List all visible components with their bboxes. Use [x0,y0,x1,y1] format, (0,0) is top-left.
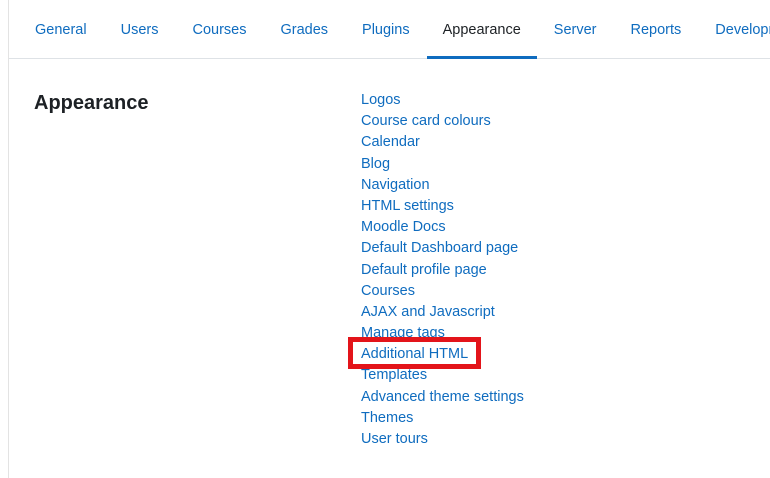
tab-courses[interactable]: Courses [175,8,263,58]
tab-appearance[interactable]: Appearance [426,8,538,59]
section-heading: Appearance [34,92,149,114]
tab-general[interactable]: General [9,8,104,58]
link-templates[interactable]: Templates [361,365,524,386]
link-course-card-colours[interactable]: Course card colours [361,111,524,132]
appearance-link-list: Logos Course card colours Calendar Blog … [361,90,524,450]
link-manage-tags[interactable]: Manage tags [361,323,524,344]
admin-page: General Users Courses Grades Plugins App… [0,0,770,478]
admin-tab-bar: General Users Courses Grades Plugins App… [9,8,770,59]
link-default-profile-page[interactable]: Default profile page [361,260,524,281]
link-additional-html[interactable]: Additional HTML [361,344,524,365]
link-blog[interactable]: Blog [361,154,524,175]
link-html-settings[interactable]: HTML settings [361,196,524,217]
link-user-tours[interactable]: User tours [361,429,524,450]
tab-plugins[interactable]: Plugins [345,8,427,58]
page-left-border [8,0,9,478]
tab-development[interactable]: Development [698,8,770,58]
tab-reports[interactable]: Reports [614,8,699,58]
tab-grades[interactable]: Grades [263,8,345,58]
link-advanced-theme-settings[interactable]: Advanced theme settings [361,387,524,408]
tab-users[interactable]: Users [104,8,176,58]
link-themes[interactable]: Themes [361,408,524,429]
link-courses[interactable]: Courses [361,281,524,302]
link-logos[interactable]: Logos [361,90,524,111]
link-calendar[interactable]: Calendar [361,132,524,153]
link-default-dashboard-page[interactable]: Default Dashboard page [361,238,524,259]
link-moodle-docs[interactable]: Moodle Docs [361,217,524,238]
link-navigation[interactable]: Navigation [361,175,524,196]
tab-server[interactable]: Server [537,8,614,58]
link-ajax-and-javascript[interactable]: AJAX and Javascript [361,302,524,323]
